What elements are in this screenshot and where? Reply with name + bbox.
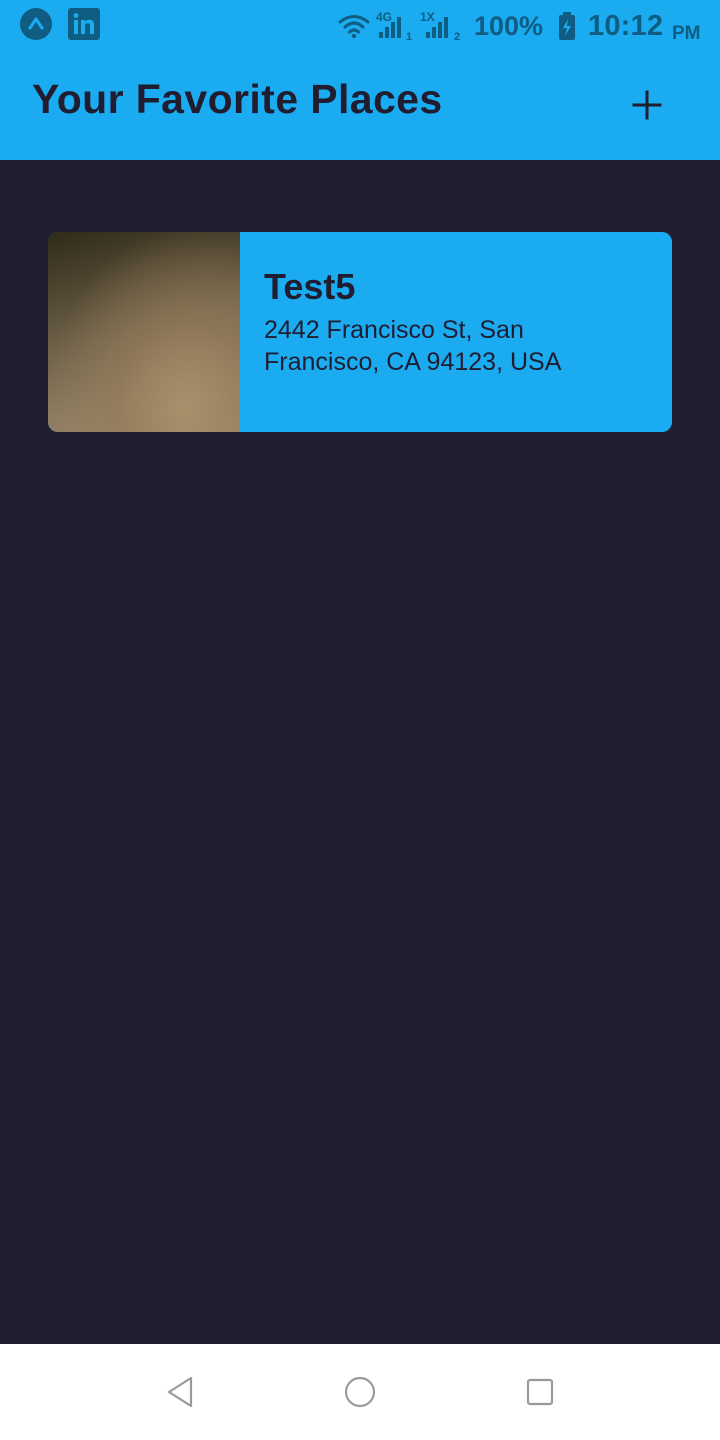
home-icon — [344, 1376, 376, 1408]
clock-ampm: PM — [672, 23, 701, 44]
linkedin-icon — [68, 8, 100, 40]
place-card[interactable]: Test5 2442 Francisco St, San Francisco, … — [48, 232, 672, 432]
sim-slot-label: 2 — [454, 31, 460, 42]
clock-time: 10:12 — [588, 9, 664, 42]
plus-icon — [632, 90, 662, 120]
app-a-icon — [20, 8, 52, 40]
app-bar: Your Favorite Places — [0, 52, 720, 160]
recent-apps-button[interactable] — [520, 1372, 560, 1412]
network-type-label: 1X — [420, 10, 435, 24]
place-title: Test5 — [264, 266, 356, 307]
add-place-button[interactable] — [622, 80, 672, 130]
wifi-icon — [338, 6, 370, 46]
signal-icon-sim2: 1X 2 — [420, 6, 466, 46]
recent-apps-icon — [526, 1378, 554, 1406]
network-type-label: 4G — [376, 10, 392, 24]
navigation-bar — [0, 1344, 720, 1440]
signal-icon-sim1: 4G 1 — [376, 6, 418, 46]
place-address: 2442 Francisco St, San Francisco, CA 941… — [264, 316, 562, 376]
place-thumbnail — [48, 232, 240, 432]
sim-slot-label: 1 — [406, 31, 412, 42]
back-button[interactable] — [160, 1372, 200, 1412]
home-button[interactable] — [340, 1372, 380, 1412]
battery-icon — [557, 6, 577, 46]
status-bar: 4G 1 1X 2 100% 10:12 PM — [0, 0, 720, 52]
back-icon — [167, 1376, 193, 1408]
page-title: Your Favorite Places — [32, 76, 443, 122]
battery-percent: 100% — [474, 10, 544, 41]
